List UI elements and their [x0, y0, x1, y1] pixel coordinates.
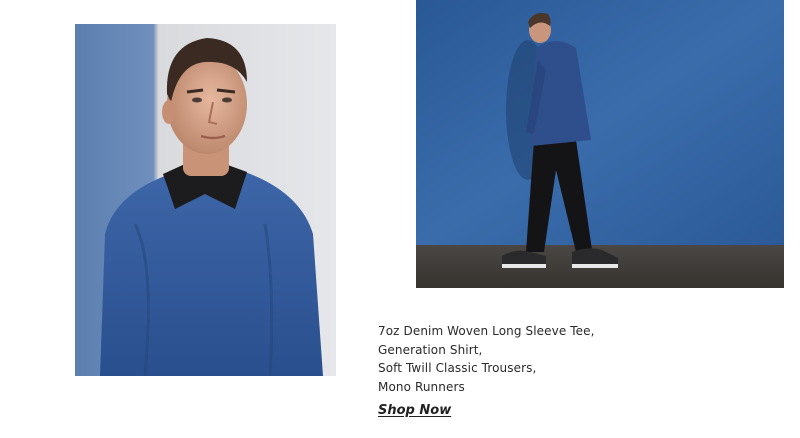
product-item-shirt: Generation Shirt, — [378, 342, 483, 357]
product-item-tee: 7oz Denim Woven Long Sleeve Tee, — [378, 324, 595, 338]
model-closeup-photo[interactable] — [75, 24, 336, 376]
product-item-trousers: Soft Twill Classic Trousers, — [378, 361, 537, 375]
model-full-length-illustration — [416, 0, 784, 288]
product-item-runners: Mono Runners — [378, 379, 465, 394]
product-list: 7oz Denim Woven Long Sleeve Tee, Generat… — [378, 322, 708, 396]
shop-now-link[interactable]: Shop Now — [378, 403, 451, 418]
model-closeup-illustration — [75, 24, 336, 376]
model-full-length-photo[interactable] — [416, 0, 784, 288]
